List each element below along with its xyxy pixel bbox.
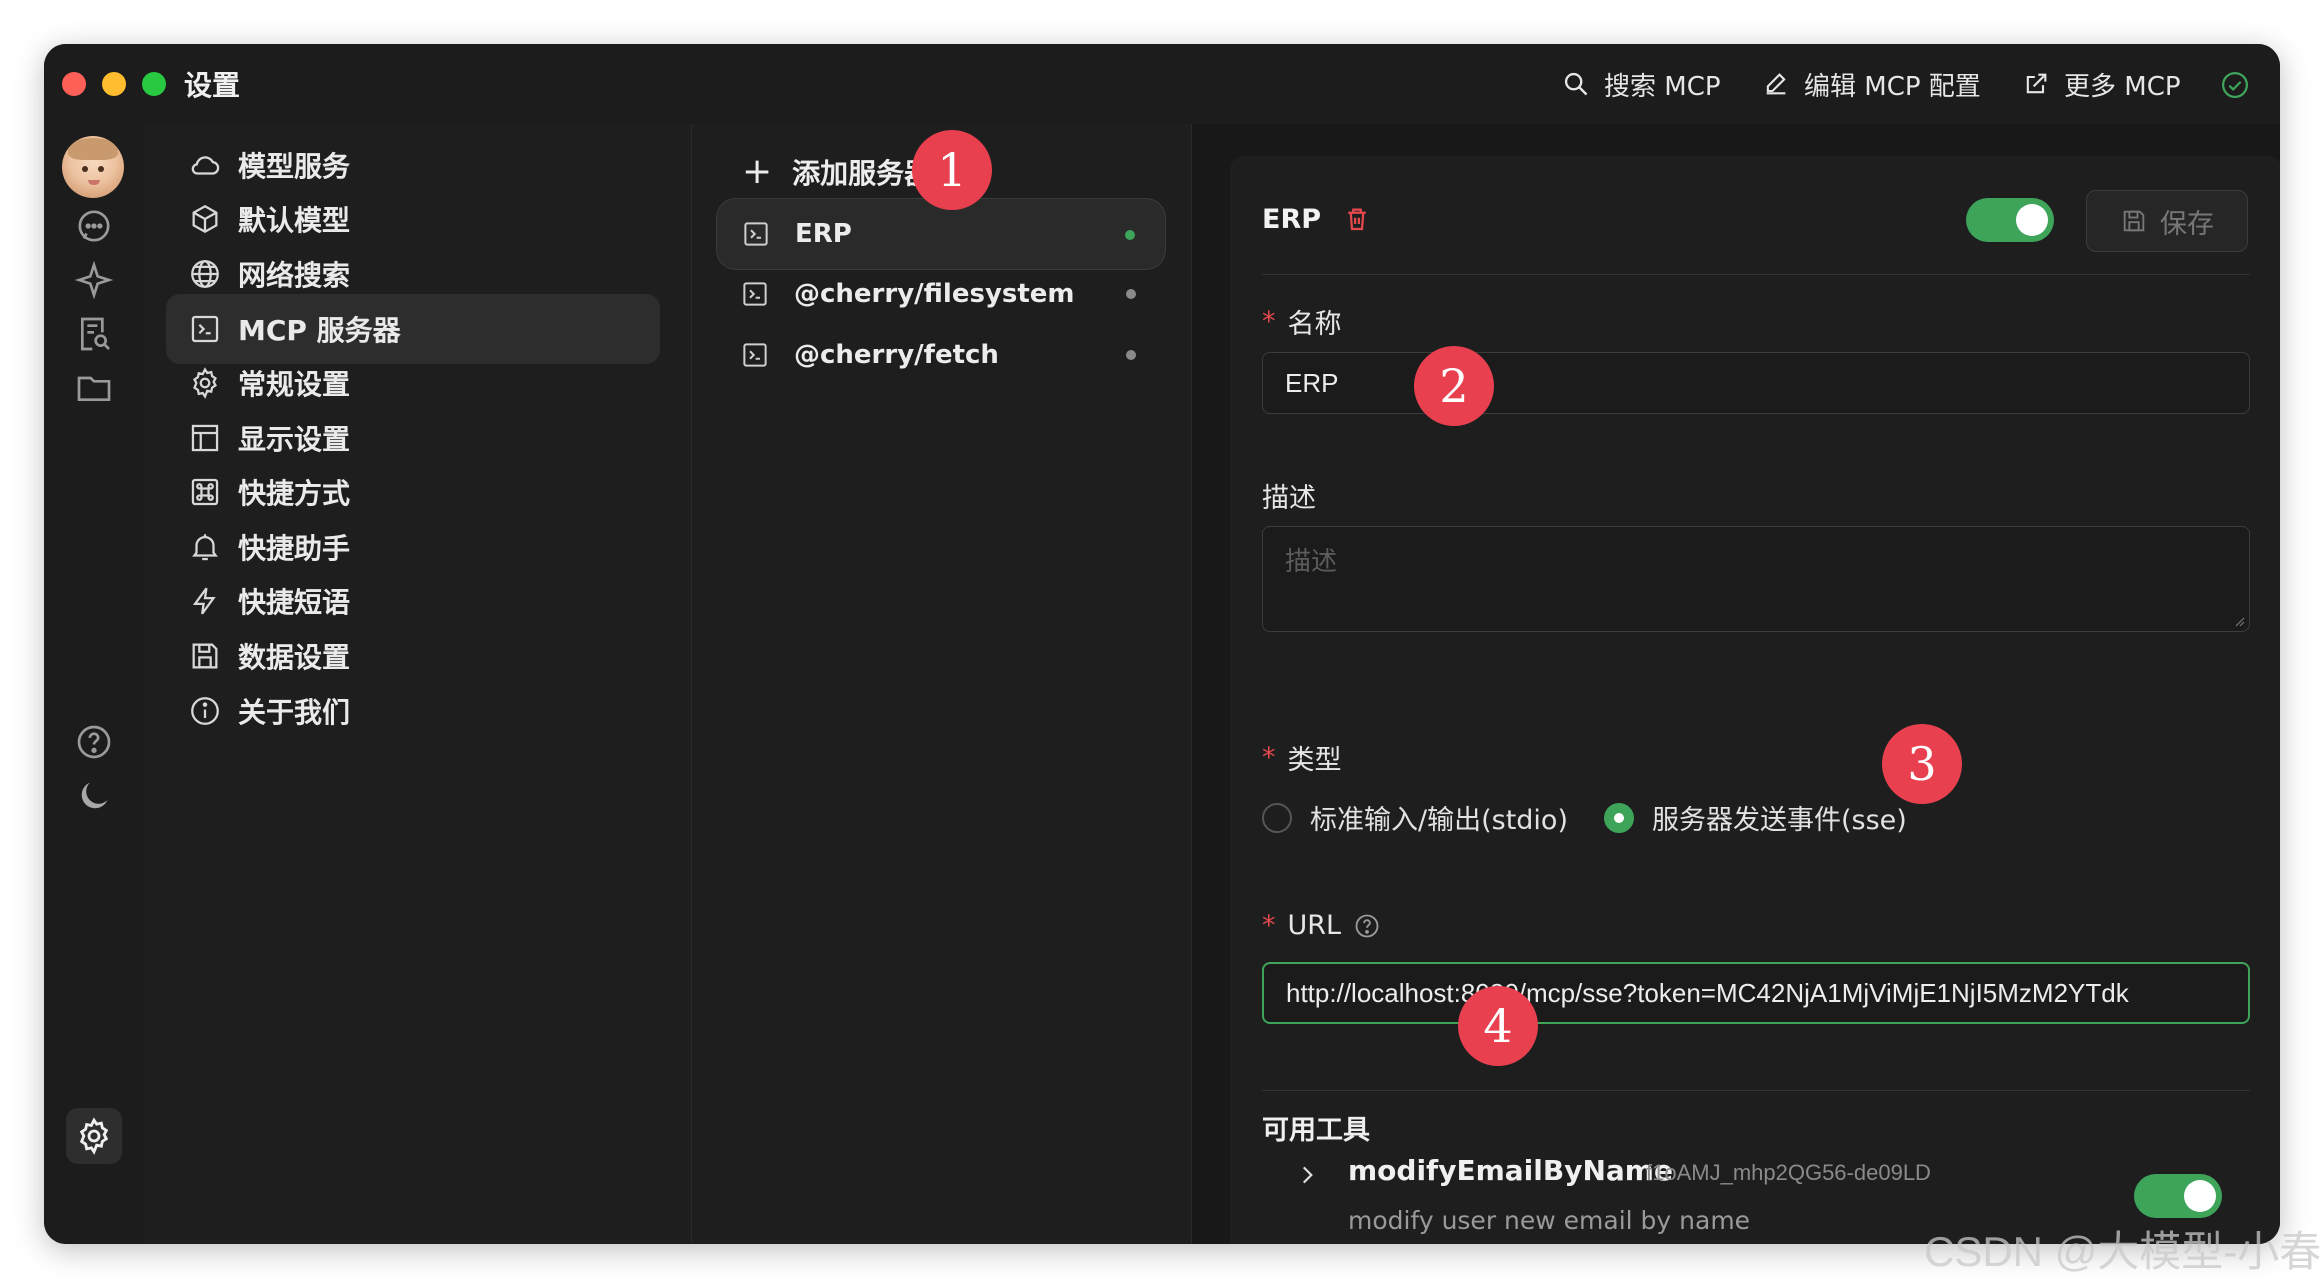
nav-item-label: 快捷短语 bbox=[238, 586, 351, 619]
url-field-label: * URL bbox=[1262, 910, 1381, 941]
server-name: ERP bbox=[795, 219, 852, 249]
settings-nav: 模型服务 默认模型 网络搜索 MCP 服务器 常规设置 显示设置 快捷方式 快捷… bbox=[144, 124, 692, 1244]
pencil-icon bbox=[1766, 73, 1786, 95]
command-icon bbox=[191, 478, 219, 506]
layout-icon bbox=[191, 424, 219, 452]
edit-mcp-config-button[interactable]: 编辑 MCP 配置 bbox=[1762, 62, 1981, 106]
nav-item-label: 网络搜索 bbox=[238, 259, 351, 292]
nav-item-label: 默认模型 bbox=[238, 204, 351, 237]
annotation-badge-3: 3 bbox=[1882, 724, 1962, 804]
plus-icon: + bbox=[742, 151, 773, 192]
nav-item-label: 快捷方式 bbox=[238, 477, 351, 510]
status-dot bbox=[1126, 289, 1136, 299]
terminal-icon bbox=[744, 222, 768, 246]
nav-item-label: 关于我们 bbox=[238, 696, 351, 729]
help-icon[interactable] bbox=[1353, 912, 1381, 940]
server-name: @cherry/fetch bbox=[794, 340, 999, 370]
bell-icon bbox=[192, 534, 218, 561]
nav-item-label: MCP 服务器 bbox=[238, 314, 401, 347]
add-server-button[interactable]: + 添加服务器 bbox=[742, 144, 932, 200]
server-item-fetch[interactable]: @cherry/fetch bbox=[716, 319, 1166, 391]
trash-icon[interactable] bbox=[1342, 204, 1372, 234]
close-window-button[interactable] bbox=[62, 72, 86, 96]
cloud-icon bbox=[191, 156, 220, 175]
description-field-label: 描述 bbox=[1262, 483, 1316, 514]
name-input[interactable]: ERP bbox=[1262, 352, 2250, 414]
edit-mcp-config-label: 编辑 MCP 配置 bbox=[1804, 71, 1981, 102]
radio-sse-label[interactable]: 服务器发送事件(sse) bbox=[1652, 798, 1907, 837]
mcp-server-list: + 添加服务器 ERP @cherry/filesystem @cherry/f… bbox=[692, 124, 1192, 1244]
divider bbox=[1262, 1090, 2250, 1091]
available-tools-title: 可用工具 bbox=[1262, 1115, 1370, 1146]
search-icon bbox=[1564, 72, 1588, 96]
status-dot bbox=[1125, 230, 1135, 240]
description-textarea[interactable]: 描述 bbox=[1262, 526, 2250, 632]
divider bbox=[1262, 274, 2250, 275]
sparkle-icon[interactable] bbox=[74, 260, 114, 300]
avatar[interactable] bbox=[62, 136, 124, 198]
save-icon bbox=[192, 643, 218, 669]
icon-rail bbox=[44, 124, 144, 1244]
nav-item-label: 显示设置 bbox=[238, 423, 351, 456]
server-config-card: ERP 保存 * 名称 ERP 描述 描述 * 类型 标准输入/输出(stdio) … bbox=[1230, 156, 2280, 1244]
settings-rail-button[interactable] bbox=[66, 1108, 122, 1164]
terminal-icon bbox=[743, 343, 767, 367]
tool-id: f1oAMJ_mhp2QG56-de09LD bbox=[1646, 1160, 1931, 1185]
tool-description: modify user new email by name bbox=[1348, 1206, 1751, 1235]
window-title: 设置 bbox=[184, 69, 241, 102]
globe-icon bbox=[191, 260, 219, 288]
status-dot bbox=[1126, 350, 1136, 360]
description-placeholder: 描述 bbox=[1285, 547, 1338, 577]
save-button[interactable]: 保存 bbox=[2086, 190, 2248, 252]
search-mcp-label: 搜索 MCP bbox=[1604, 71, 1721, 102]
save-icon bbox=[2123, 210, 2145, 232]
annotation-badge-4: 4 bbox=[1458, 986, 1538, 1066]
annotation-badge-2: 2 bbox=[1414, 346, 1494, 426]
more-mcp-button[interactable]: 更多 MCP bbox=[2022, 62, 2181, 106]
notes-search-icon[interactable] bbox=[74, 314, 114, 354]
search-mcp-button[interactable]: 搜索 MCP bbox=[1562, 62, 1721, 106]
url-input[interactable]: http://localhost:8080/mcp/sse?token=MC42… bbox=[1262, 962, 2250, 1024]
maximize-window-button[interactable] bbox=[142, 72, 166, 96]
type-radio-group: 标准输入/输出(stdio) 服务器发送事件(sse) bbox=[1262, 798, 1907, 837]
help-icon[interactable] bbox=[74, 722, 114, 762]
resize-handle-icon[interactable] bbox=[2233, 615, 2245, 627]
radio-stdio[interactable] bbox=[1262, 802, 1292, 833]
nav-item-label: 模型服务 bbox=[238, 150, 351, 183]
radio-sse[interactable] bbox=[1603, 802, 1634, 833]
type-field-label: * 类型 bbox=[1262, 742, 1342, 776]
title-bar: 设置 搜索 MCP 编辑 MCP 配置 更多 MCP bbox=[44, 44, 2280, 124]
folder-icon[interactable] bbox=[74, 368, 114, 408]
gear-icon bbox=[79, 1117, 109, 1155]
save-label: 保存 bbox=[2160, 208, 2214, 240]
name-field-label: * 名称 bbox=[1262, 306, 1342, 340]
cube-icon bbox=[192, 204, 218, 234]
more-mcp-label: 更多 MCP bbox=[2064, 71, 2181, 102]
nav-item-label: 常规设置 bbox=[238, 368, 351, 401]
minimize-window-button[interactable] bbox=[102, 72, 126, 96]
nav-item-about-us[interactable]: 关于我们 bbox=[166, 676, 660, 746]
chat-icon[interactable] bbox=[74, 206, 114, 246]
watermark: CSDN @大模型-小春 bbox=[1924, 1228, 2322, 1275]
radio-stdio-label[interactable]: 标准输入/输出(stdio) bbox=[1310, 798, 1568, 837]
terminal-icon bbox=[191, 315, 219, 343]
zap-icon bbox=[192, 587, 216, 615]
gear-icon bbox=[193, 367, 217, 399]
server-title: ERP bbox=[1262, 204, 1322, 235]
external-link-icon bbox=[2026, 73, 2047, 94]
nav-item-label: 快捷助手 bbox=[238, 532, 351, 565]
server-name: @cherry/filesystem bbox=[794, 279, 1075, 309]
check-circle-icon[interactable] bbox=[2220, 70, 2250, 100]
terminal-icon bbox=[743, 282, 767, 306]
tool-enabled-toggle[interactable] bbox=[2134, 1174, 2222, 1218]
tool-name: modifyEmailByName bbox=[1348, 1154, 1673, 1187]
app-window: 设置 搜索 MCP 编辑 MCP 配置 更多 MCP 模型服务 默认模型 网络搜… bbox=[44, 44, 2280, 1244]
annotation-badge-1: 1 bbox=[912, 130, 992, 210]
nav-item-label: 数据设置 bbox=[238, 641, 351, 674]
server-enabled-toggle[interactable] bbox=[1966, 198, 2054, 242]
chevron-right-icon[interactable] bbox=[1294, 1162, 1320, 1188]
moon-icon[interactable] bbox=[74, 776, 114, 816]
info-icon bbox=[191, 697, 219, 725]
